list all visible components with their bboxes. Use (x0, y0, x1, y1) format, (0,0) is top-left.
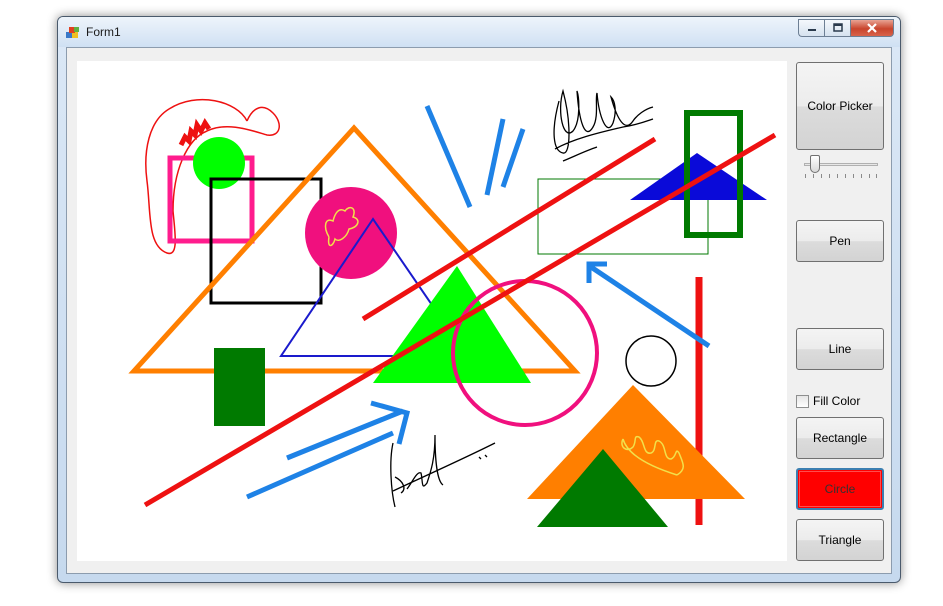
title-bar[interactable]: Form1 (58, 17, 900, 47)
close-icon (867, 23, 877, 33)
pen-label: Pen (829, 234, 851, 248)
blue-arrow-line (589, 264, 711, 349)
orange-filled-triangle (527, 385, 745, 499)
pen-width-slider[interactable] (800, 152, 882, 180)
green-filled-circle (193, 137, 245, 189)
color-picker-label: Color Picker (807, 99, 873, 113)
app-icon (66, 27, 79, 38)
form-client-area: Color Picker Pen Line Fill Color Rectang… (66, 47, 892, 574)
blue-line (424, 105, 473, 208)
slider-thumb[interactable] (810, 155, 821, 173)
blue-line (500, 128, 526, 188)
circle-label: Circle (824, 482, 856, 496)
minimize-icon (807, 29, 816, 31)
fill-color-checkbox[interactable] (796, 394, 809, 408)
color-picker-button[interactable]: Color Picker (796, 62, 884, 150)
close-button[interactable] (850, 19, 894, 37)
fill-color-label[interactable]: Fill Color (813, 394, 860, 408)
window-title: Form1 (86, 25, 121, 39)
canvas-drawing[interactable] (77, 61, 787, 561)
rectangle-button[interactable]: Rectangle (796, 417, 884, 459)
minimize-button[interactable] (798, 19, 824, 37)
fill-color-checkbox-row[interactable]: Fill Color (796, 393, 860, 409)
blue-line (484, 118, 506, 196)
slider-ticks (805, 174, 877, 178)
line-label: Line (828, 342, 852, 356)
app-window: Form1 Color Picker Pen Line Fill Color R… (57, 16, 901, 583)
triangle-label: Triangle (818, 533, 862, 547)
pen-button[interactable]: Pen (796, 220, 884, 262)
caption-buttons (798, 19, 894, 37)
line-button[interactable]: Line (796, 328, 884, 370)
maximize-icon (832, 23, 843, 32)
triangle-button[interactable]: Triangle (796, 519, 884, 561)
maximize-button[interactable] (824, 19, 850, 37)
black-signature-scribble (390, 434, 496, 508)
black-outline-circle (625, 335, 677, 387)
dark-green-filled-rectangle (214, 348, 265, 426)
blue-filled-triangle (630, 153, 767, 200)
rectangle-label: Rectangle (812, 431, 868, 445)
circle-button[interactable]: Circle (796, 468, 884, 510)
drawing-canvas[interactable] (77, 61, 787, 561)
